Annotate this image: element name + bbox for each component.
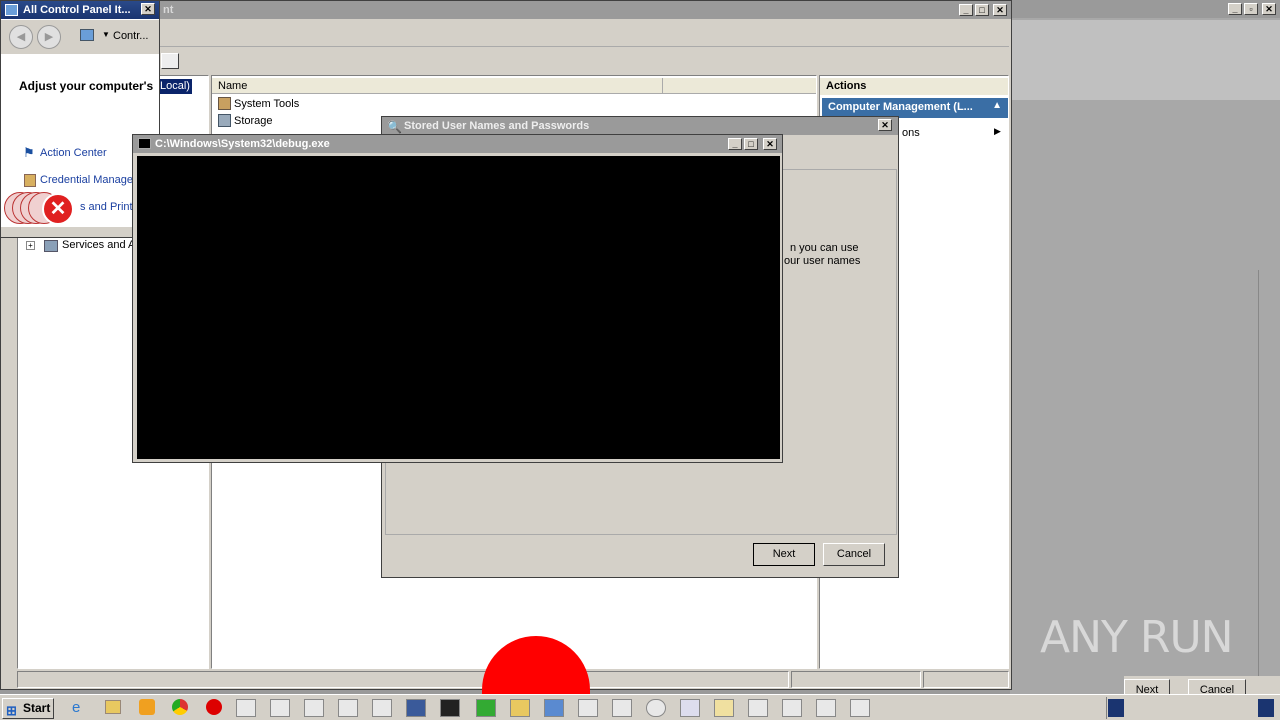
- taskbar-app-font-icon[interactable]: [782, 699, 802, 717]
- list-item-storage[interactable]: Storage: [234, 115, 273, 127]
- list-header: Name: [212, 78, 816, 94]
- stored-users-title: Stored User Names and Passwords: [382, 117, 898, 135]
- taskbar-app-window2-icon[interactable]: [372, 699, 392, 717]
- taskbar-app-image-icon[interactable]: [816, 699, 836, 717]
- maximize-button[interactable]: □: [975, 4, 989, 16]
- forward-button[interactable]: ▶: [37, 25, 61, 49]
- close-button[interactable]: ✕: [1262, 3, 1276, 15]
- minimize-button[interactable]: _: [959, 4, 973, 16]
- opera-icon[interactable]: [206, 699, 222, 715]
- console-title-text: C:\Windows\System32\debug.exe: [155, 138, 330, 150]
- taskbar-app-window-icon[interactable]: [338, 699, 358, 717]
- tray-flag-icon[interactable]: [1108, 699, 1124, 717]
- debug-console-window: C:\Windows\System32\debug.exe _ □ ✕: [132, 134, 783, 463]
- key-icon: 🔍: [387, 120, 402, 134]
- list-item-system-tools[interactable]: System Tools: [234, 98, 299, 110]
- address-dropdown-icon[interactable]: ▼: [102, 30, 110, 39]
- close-button[interactable]: ✕: [763, 138, 777, 150]
- address-icon: [80, 29, 94, 41]
- actions-subheader-label: Computer Management (L...: [828, 101, 973, 113]
- collapse-icon[interactable]: ▲: [992, 100, 1002, 111]
- taskbar-app-calc-icon[interactable]: [850, 699, 870, 717]
- taskbar-app-console-icon[interactable]: [440, 699, 460, 717]
- column-name[interactable]: Name: [218, 80, 247, 92]
- flag-icon: ⚑: [23, 145, 35, 160]
- control-panel-icon: [5, 4, 18, 16]
- taskbar-app-green-icon[interactable]: [476, 699, 496, 717]
- restore-button[interactable]: ▫: [1244, 3, 1258, 15]
- maximize-button[interactable]: □: [744, 138, 758, 150]
- actions-header: Actions: [820, 78, 1008, 95]
- taskbar-app-window4-icon[interactable]: [612, 699, 632, 717]
- minimize-button[interactable]: _: [728, 138, 742, 150]
- console-output[interactable]: [137, 156, 780, 459]
- tree-selected-item[interactable]: Local): [158, 79, 192, 94]
- toolbar-view-icon[interactable]: [161, 53, 179, 69]
- background-window: _ ▫ ✕: [1010, 0, 1280, 694]
- windows-logo-icon: ⊞: [6, 703, 17, 718]
- start-label: Start: [23, 701, 51, 715]
- taskbar-app-tools-icon[interactable]: [270, 699, 290, 717]
- taskbar-app-notepad-icon[interactable]: [236, 699, 256, 717]
- start-button[interactable]: ⊞ Start: [2, 698, 54, 719]
- taskbar-app-network-icon[interactable]: [748, 699, 768, 717]
- storage-icon: [218, 114, 231, 127]
- tools-icon: [218, 97, 231, 110]
- watermark: ANY RUN: [1040, 612, 1234, 663]
- taskbar-app-window3-icon[interactable]: [578, 699, 598, 717]
- next-button[interactable]: Next: [753, 543, 815, 566]
- minimize-button[interactable]: _: [1228, 3, 1242, 15]
- services-icon: [44, 240, 58, 252]
- address-bar[interactable]: Contr...: [113, 30, 148, 42]
- back-button[interactable]: ◀: [9, 25, 33, 49]
- description-line-1: n you can use: [790, 242, 859, 254]
- tree-item-services[interactable]: Services and A: [62, 239, 135, 251]
- taskbar-app-cp-icon[interactable]: [680, 699, 700, 717]
- stored-users-title-text: Stored User Names and Passwords: [404, 120, 590, 132]
- expand-icon[interactable]: +: [26, 241, 35, 250]
- taskbar: ⊞ Start e: [0, 694, 1280, 720]
- tray-area: [1106, 697, 1278, 719]
- cancel-button[interactable]: Cancel: [823, 543, 885, 566]
- close-button[interactable]: ✕: [993, 4, 1007, 16]
- explorer-icon[interactable]: [105, 700, 121, 714]
- error-icon: ✕: [42, 193, 74, 225]
- tray-expand-icon[interactable]: [1258, 699, 1274, 717]
- close-button[interactable]: ✕: [878, 119, 892, 131]
- console-title: C:\Windows\System32\debug.exe: [133, 135, 782, 153]
- credential-icon: [24, 174, 36, 187]
- taskbar-app-settings-icon[interactable]: [304, 699, 324, 717]
- page-heading: Adjust your computer's: [19, 79, 154, 93]
- item-action-center[interactable]: Action Center: [40, 147, 107, 159]
- taskbar-app-key-icon[interactable]: [714, 699, 734, 717]
- item-credential-manager[interactable]: Credential Manager: [40, 174, 137, 186]
- more-actions-label[interactable]: ons: [902, 127, 920, 139]
- description-line-2: our user names: [784, 255, 861, 267]
- chrome-icon[interactable]: [172, 699, 188, 715]
- nav-bar: ◀ ▶ ▼ Contr...: [1, 20, 159, 54]
- taskbar-app-control-icon[interactable]: [406, 699, 426, 717]
- close-button[interactable]: ✕: [141, 3, 155, 15]
- taskbar-app-monitor-icon[interactable]: [544, 699, 564, 717]
- ie-icon[interactable]: e: [72, 699, 80, 716]
- control-panel-title-text: All Control Panel It...: [23, 4, 131, 16]
- console-icon: [138, 138, 151, 149]
- taskbar-app-chrome-icon[interactable]: [646, 699, 666, 717]
- actions-subheader[interactable]: Computer Management (L... ▲: [822, 98, 1008, 118]
- media-player-icon[interactable]: [139, 699, 155, 715]
- error-icon-stack: ✕: [4, 192, 76, 226]
- control-panel-title: All Control Panel It...: [1, 1, 159, 19]
- taskbar-app-folder-icon[interactable]: [510, 699, 530, 717]
- submenu-arrow-icon: ▶: [994, 126, 1001, 136]
- right-wizard-buttons: Next Cancel: [1124, 676, 1280, 701]
